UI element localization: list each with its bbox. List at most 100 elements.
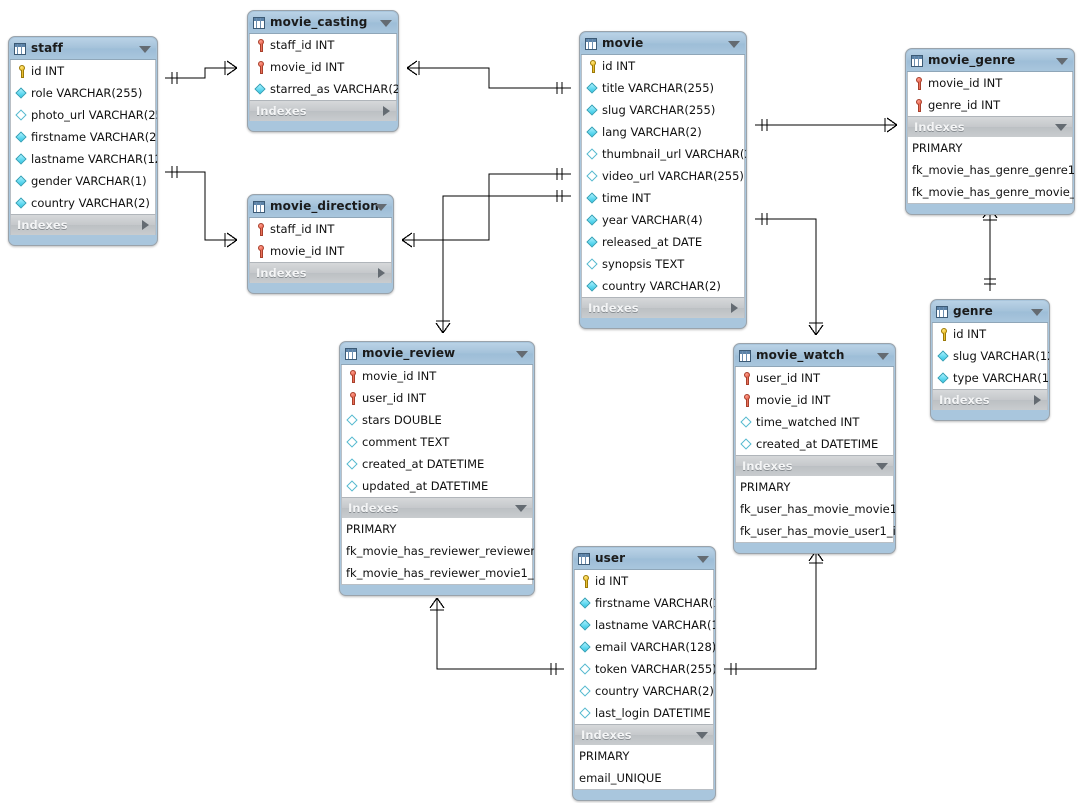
triangle-down-icon[interactable] (1031, 308, 1043, 316)
index-row[interactable]: PRIMARY (575, 745, 713, 767)
index-row[interactable]: fk_movie_has_reviewer_movie1_idx (342, 562, 534, 584)
index-row[interactable]: PRIMARY (908, 137, 1072, 159)
table-header-genre[interactable]: genre (932, 301, 1048, 323)
indexes-section-header-genre[interactable]: Indexes (932, 389, 1048, 410)
column-row[interactable]: movie_id INT (250, 56, 396, 78)
index-row[interactable]: fk_movie_has_reviewer_reviewer1_idx (342, 540, 534, 562)
column-row[interactable]: year VARCHAR(4) (582, 209, 744, 231)
table-header-movie_direction[interactable]: movie_direction (249, 196, 392, 218)
index-row[interactable]: fk_user_has_movie_movie1_idx (736, 498, 895, 520)
column-row[interactable]: comment TEXT (342, 431, 532, 453)
index-row[interactable]: fk_movie_has_genre_movie_idx (908, 181, 1074, 203)
indexes-section-header-movie_review[interactable]: Indexes (341, 497, 533, 518)
column-row[interactable]: movie_id INT (342, 365, 532, 387)
column-row[interactable]: genre_id INT (908, 94, 1072, 116)
triangle-down-icon[interactable] (1056, 57, 1068, 65)
triangle-down-icon[interactable] (696, 732, 708, 739)
column-row[interactable]: released_at DATE (582, 231, 744, 253)
column-row[interactable]: starred_as VARCHAR(255) (250, 78, 398, 100)
table-header-movie_genre[interactable]: movie_genre (907, 50, 1073, 72)
column-row[interactable]: title VARCHAR(255) (582, 77, 744, 99)
column-row[interactable]: synopsis TEXT (582, 253, 744, 275)
table-header-staff[interactable]: staff (10, 38, 156, 60)
column-row[interactable]: last_login DATETIME (575, 702, 713, 724)
table-movie[interactable]: movie id INT title VARCHAR(255) slug VARCHA… (579, 31, 747, 329)
column-row[interactable]: photo_url VARCHAR(255) (11, 104, 157, 126)
indexes-section-header-movie_watch[interactable]: Indexes (735, 455, 894, 476)
triangle-right-icon[interactable] (142, 220, 149, 230)
column-row[interactable]: thumbnail_url VARCHAR(255) (582, 143, 746, 165)
triangle-right-icon[interactable] (383, 106, 390, 116)
table-header-user[interactable]: user (574, 548, 714, 570)
column-row[interactable]: id INT (933, 323, 1047, 345)
column-row[interactable]: stars DOUBLE (342, 409, 532, 431)
column-row[interactable]: created_at DATETIME (736, 433, 893, 455)
column-row[interactable]: movie_id INT (736, 389, 893, 411)
column-row[interactable]: id INT (575, 570, 713, 592)
column-row[interactable]: movie_id INT (908, 72, 1072, 94)
triangle-down-icon[interactable] (375, 203, 387, 211)
table-header-movie[interactable]: movie (581, 33, 745, 55)
column-row[interactable]: country VARCHAR(2) (582, 275, 744, 297)
column-row[interactable]: type VARCHAR(128) (933, 367, 1049, 389)
column-row[interactable]: email VARCHAR(128) (575, 636, 715, 658)
indexes-section-header-movie_genre[interactable]: Indexes (907, 116, 1073, 137)
index-row[interactable]: PRIMARY (736, 476, 893, 498)
triangle-right-icon[interactable] (731, 303, 738, 313)
column-row[interactable]: lang VARCHAR(2) (582, 121, 744, 143)
column-row[interactable]: updated_at DATETIME (342, 475, 532, 497)
column-row[interactable]: created_at DATETIME (342, 453, 532, 475)
table-movie_direction[interactable]: movie_direction staff_id INT movie_id INT I… (247, 194, 394, 294)
triangle-right-icon[interactable] (1034, 395, 1041, 405)
column-row[interactable]: user_id INT (342, 387, 532, 409)
column-row[interactable]: firstname VARCHAR(128) (575, 592, 715, 614)
column-row[interactable]: slug VARCHAR(255) (582, 99, 744, 121)
column-row[interactable]: movie_id INT (250, 240, 391, 262)
table-staff[interactable]: staff id INT role VARCHAR(255) photo_url VA… (8, 36, 158, 246)
index-row[interactable]: fk_user_has_movie_user1_idx (736, 520, 895, 542)
column-row[interactable]: video_url VARCHAR(255) (582, 165, 744, 187)
column-row[interactable]: time INT (582, 187, 744, 209)
column-row[interactable]: id INT (582, 55, 744, 77)
triangle-down-icon[interactable] (728, 40, 740, 48)
triangle-down-icon[interactable] (877, 352, 889, 360)
column-row[interactable]: staff_id INT (250, 34, 396, 56)
index-row[interactable]: email_UNIQUE (575, 767, 713, 789)
table-user[interactable]: user id INT firstname VARCHAR(128) lastname… (572, 546, 716, 801)
table-movie_review[interactable]: movie_review movie_id INT user_id INT stars… (339, 341, 535, 596)
table-movie_watch[interactable]: movie_watch user_id INT movie_id INT time_w… (733, 343, 896, 554)
triangle-down-icon[interactable] (139, 45, 151, 53)
column-row[interactable]: user_id INT (736, 367, 893, 389)
table-movie_casting[interactable]: movie_casting staff_id INT movie_id INT sta… (247, 10, 399, 132)
indexes-section-header-movie_direction[interactable]: Indexes (249, 262, 392, 283)
column-row[interactable]: id INT (11, 60, 155, 82)
column-row[interactable]: gender VARCHAR(1) (11, 170, 155, 192)
table-header-movie_casting[interactable]: movie_casting (249, 12, 397, 34)
triangle-down-icon[interactable] (1055, 124, 1067, 131)
column-row[interactable]: staff_id INT (250, 218, 391, 240)
eer-diagram-canvas[interactable]: staff id INT role VARCHAR(255) photo_url VA… (0, 0, 1084, 803)
column-row[interactable]: time_watched INT (736, 411, 893, 433)
indexes-section-header-movie_casting[interactable]: Indexes (249, 100, 397, 121)
column-row[interactable]: country VARCHAR(2) (575, 680, 714, 702)
column-row[interactable]: lastname VARCHAR(128) (575, 614, 715, 636)
table-genre[interactable]: genre id INT slug VARCHAR(128) type VARCHAR… (930, 299, 1050, 421)
triangle-down-icon[interactable] (876, 463, 888, 470)
index-row[interactable]: fk_movie_has_genre_genre1_idx (908, 159, 1074, 181)
table-header-movie_watch[interactable]: movie_watch (735, 345, 894, 367)
column-row[interactable]: token VARCHAR(255) (575, 658, 715, 680)
triangle-down-icon[interactable] (697, 555, 709, 563)
triangle-right-icon[interactable] (378, 268, 385, 278)
index-row[interactable]: PRIMARY (342, 518, 532, 540)
table-movie_genre[interactable]: movie_genre movie_id INT genre_id INT Index… (905, 48, 1075, 215)
indexes-section-header-user[interactable]: Indexes (574, 724, 714, 745)
column-row[interactable]: country VARCHAR(2) (11, 192, 155, 214)
column-row[interactable]: role VARCHAR(255) (11, 82, 155, 104)
triangle-down-icon[interactable] (515, 505, 527, 512)
triangle-down-icon[interactable] (516, 350, 528, 358)
column-row[interactable]: firstname VARCHAR(255) (11, 126, 157, 148)
column-row[interactable]: slug VARCHAR(128) (933, 345, 1049, 367)
indexes-section-header-staff[interactable]: Indexes (10, 214, 156, 235)
triangle-down-icon[interactable] (380, 19, 392, 27)
column-row[interactable]: lastname VARCHAR(128) (11, 148, 157, 170)
